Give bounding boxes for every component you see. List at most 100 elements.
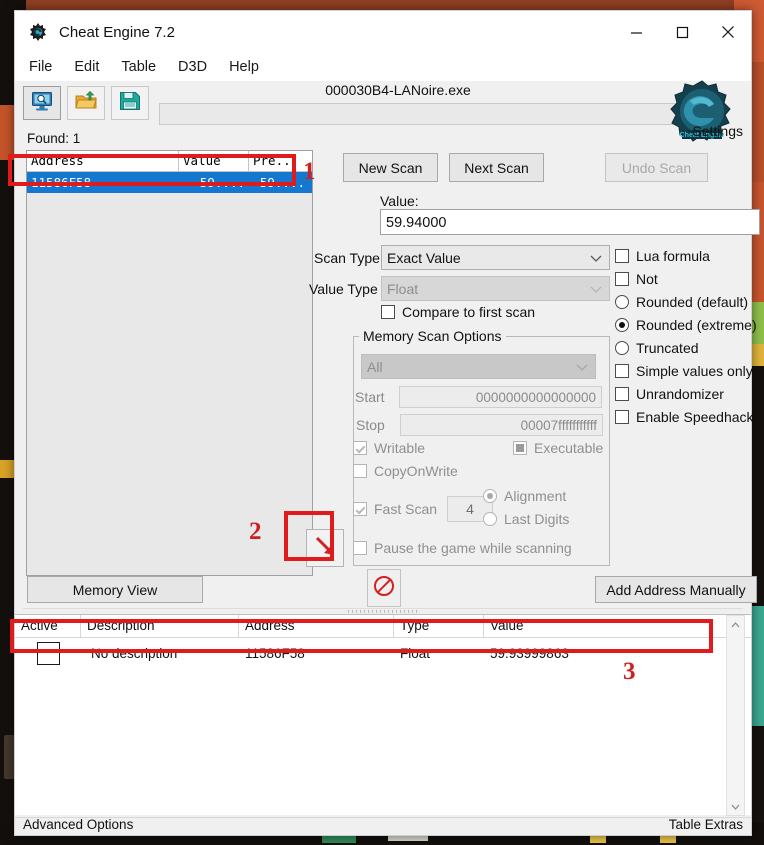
rounded-default-radio[interactable]: Rounded (default) [615, 294, 764, 310]
menu-item-help[interactable]: Help [229, 59, 259, 75]
menu-item-table[interactable]: Table [121, 59, 156, 75]
menu-item-edit[interactable]: Edit [74, 59, 99, 75]
table-extras-link[interactable]: Table Extras [669, 817, 743, 832]
checkbox-box [353, 541, 367, 555]
start-address-row: Start 0000000000000000 [355, 386, 602, 408]
copyonwrite-label: CopyOnWrite [374, 463, 458, 479]
compare-to-first-scan-checkbox[interactable]: Compare to first scan [381, 304, 535, 320]
enable-speedhack-label: Enable Speedhack [636, 409, 754, 425]
scan-results-body [27, 193, 312, 575]
open-process-button[interactable] [23, 86, 61, 120]
checkbox-box [615, 410, 629, 424]
enable-speedhack-checkbox[interactable]: Enable Speedhack [615, 409, 764, 425]
annotation-number-1: 1 [303, 158, 316, 185]
no-entry-icon [373, 575, 395, 602]
annotation-box-3 [10, 619, 713, 653]
alignment-radio: Alignment [483, 488, 566, 504]
minimize-button[interactable] [613, 11, 659, 53]
scan-type-select[interactable]: Exact Value [381, 245, 610, 270]
writable-label: Writable [374, 440, 426, 456]
rounded-extreme-radio[interactable]: Rounded (extreme) [615, 317, 764, 333]
menu-bar: File Edit Table D3D Help [15, 53, 751, 81]
chevron-up-icon[interactable] [727, 616, 744, 633]
rounded-extreme-label: Rounded (extreme) [636, 317, 757, 333]
copyonwrite-checkbox: CopyOnWrite [353, 463, 458, 479]
checkbox-box [615, 364, 629, 378]
undo-scan-button: Undo Scan [605, 153, 708, 182]
cheat-engine-window: Cheat Engine 7.2 File Edit Table D3D Hel… [14, 10, 760, 836]
attached-process-name: 000030B4-LANoire.exe [325, 82, 471, 98]
scan-options-column: Lua formula Not Rounded (default) Rounde… [615, 248, 764, 432]
pause-game-label: Pause the game while scanning [374, 540, 572, 556]
chevron-down-icon [590, 245, 602, 270]
start-label: Start [355, 389, 385, 405]
desktop-icon-accent [322, 836, 356, 843]
menu-item-d3d[interactable]: D3D [178, 59, 207, 75]
next-scan-button[interactable]: Next Scan [449, 153, 544, 182]
window-title: Cheat Engine 7.2 [59, 23, 175, 41]
fast-scan-label: Fast Scan [374, 501, 438, 517]
pause-game-checkbox: Pause the game while scanning [353, 540, 572, 556]
title-bar: Cheat Engine 7.2 [15, 11, 751, 53]
cheat-table-scrollbar[interactable] [726, 615, 745, 816]
scan-value-input[interactable]: 59.94000 [380, 209, 760, 235]
checkbox-box-checked [353, 441, 367, 455]
lua-formula-checkbox[interactable]: Lua formula [615, 248, 764, 264]
floppy-save-icon [119, 91, 141, 116]
last-digits-label: Last Digits [504, 511, 570, 527]
scan-type-value: Exact Value [387, 250, 461, 266]
checkbox-box [615, 249, 629, 263]
close-button[interactable] [705, 11, 751, 53]
radio-circle [483, 512, 497, 526]
annotation-box-1 [8, 154, 296, 186]
annotation-box-2 [284, 511, 334, 561]
not-checkbox[interactable]: Not [615, 271, 764, 287]
memory-scan-options-legend: Memory Scan Options [359, 328, 506, 344]
value-type-select: Float [381, 276, 610, 301]
last-digits-radio: Last Digits [483, 511, 569, 527]
annotation-number-3: 3 [623, 658, 636, 685]
add-address-manually-button[interactable]: Add Address Manually [595, 576, 757, 603]
truncated-label: Truncated [636, 340, 699, 356]
wallpaper-band [0, 105, 14, 160]
chevron-down-icon [590, 276, 602, 301]
window-controls [613, 11, 751, 53]
unrandomizer-label: Unrandomizer [636, 386, 724, 402]
save-table-button[interactable] [111, 86, 149, 120]
checkbox-box [615, 272, 629, 286]
value-type-value: Float [387, 281, 419, 297]
compare-to-first-scan-label: Compare to first scan [402, 304, 536, 320]
cancel-scan-button[interactable] [367, 569, 401, 607]
memory-region-select: All [361, 354, 596, 379]
checkbox-box [353, 464, 367, 478]
wallpaper-band [26, 0, 734, 10]
stop-address-row: Stop 00007fffffffffff [356, 414, 603, 436]
memory-region-value: All [367, 359, 383, 375]
stop-address-input: 00007fffffffffff [400, 414, 603, 436]
open-folder-icon [75, 90, 97, 116]
cheat-engine-logo[interactable]: Cheat Engine [665, 77, 739, 151]
monitor-magnifier-icon [31, 91, 53, 116]
checkbox-box-indeterminate [513, 441, 527, 455]
chevron-down-icon[interactable] [727, 798, 744, 815]
truncated-radio[interactable]: Truncated [615, 340, 764, 356]
checkbox-box [381, 305, 395, 319]
open-table-button[interactable] [67, 86, 105, 120]
settings-label[interactable]: Settings [692, 123, 743, 139]
new-scan-button[interactable]: New Scan [343, 153, 438, 182]
advanced-options-link[interactable]: Advanced Options [23, 817, 133, 832]
menu-item-file[interactable]: File [29, 59, 52, 75]
unrandomizer-checkbox[interactable]: Unrandomizer [615, 386, 764, 402]
simple-values-only-checkbox[interactable]: Simple values only [615, 363, 764, 379]
not-label: Not [636, 271, 658, 287]
memory-view-button[interactable]: Memory View [27, 576, 203, 603]
stop-label: Stop [356, 417, 385, 433]
executable-label: Executable [534, 440, 604, 456]
scan-results-list[interactable]: Address Value Pre... 11586F58 59.... 59.… [26, 150, 313, 576]
simple-values-only-label: Simple values only [636, 363, 753, 379]
status-bar: Advanced Options Table Extras [15, 817, 751, 835]
maximize-button[interactable] [659, 11, 705, 53]
radio-circle-selected [483, 489, 497, 503]
start-address-input: 0000000000000000 [399, 386, 602, 408]
annotation-number-2: 2 [249, 518, 262, 545]
